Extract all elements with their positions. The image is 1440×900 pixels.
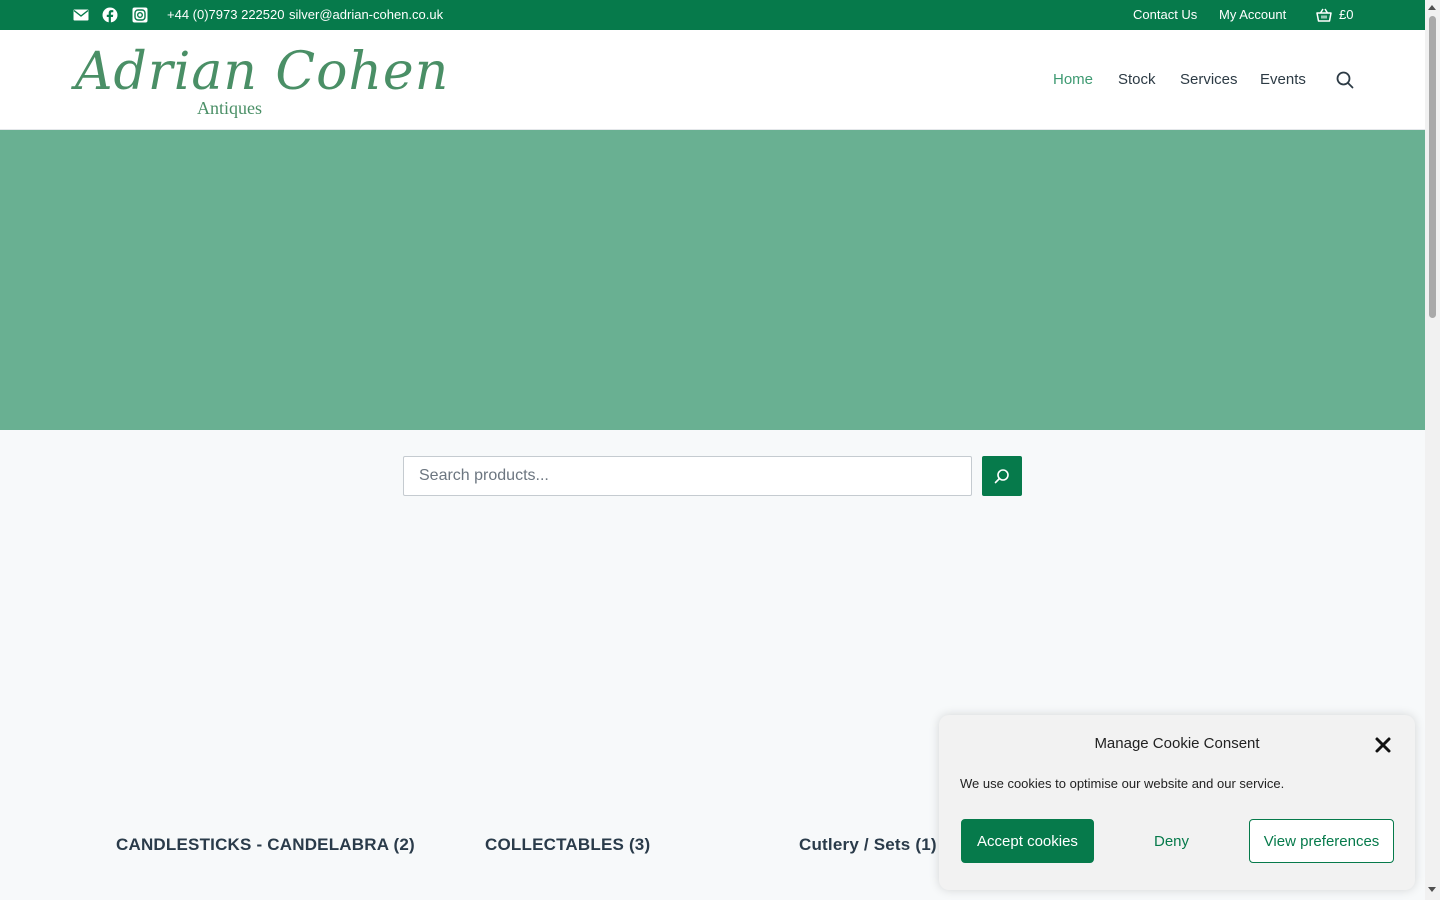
product-search-button[interactable]: [982, 456, 1022, 496]
basket-icon[interactable]: [1316, 7, 1332, 23]
logo-subtitle: Antiques: [197, 98, 262, 118]
top-bar: +44 (0)7973 222520 silver@adrian-cohen.c…: [0, 0, 1425, 30]
contact-us-link[interactable]: Contact Us: [1133, 7, 1197, 23]
cookie-text: We use cookies to optimise our website a…: [960, 776, 1285, 791]
phone-number[interactable]: +44 (0)7973 222520: [167, 7, 284, 23]
product-search-input[interactable]: [403, 456, 972, 496]
nav-item-stock[interactable]: Stock: [1118, 71, 1156, 89]
scroll-thumb[interactable]: [1429, 16, 1436, 318]
scroll-down-arrow[interactable]: [1428, 887, 1436, 892]
search-icon: [994, 469, 1009, 484]
site-header: Adrian Cohen Antiques Home Stock Service…: [0, 30, 1425, 130]
site-logo[interactable]: Adrian Cohen Antiques: [75, 42, 448, 122]
hero-banner: [0, 130, 1425, 430]
mail-icon[interactable]: [73, 7, 89, 23]
view-preferences-button[interactable]: View preferences: [1249, 819, 1394, 863]
facebook-icon[interactable]: [102, 7, 118, 23]
cookie-consent-panel: Manage Cookie Consent We use cookies to …: [939, 715, 1415, 890]
email-link[interactable]: silver@adrian-cohen.co.uk: [289, 7, 443, 23]
search-icon[interactable]: [1336, 71, 1354, 89]
nav-item-home[interactable]: Home: [1053, 71, 1093, 89]
cart-total[interactable]: £0: [1339, 7, 1353, 23]
category-collectables[interactable]: COLLECTABLES (3): [485, 835, 650, 855]
my-account-link[interactable]: My Account: [1219, 7, 1286, 23]
cookie-title: Manage Cookie Consent: [1094, 735, 1260, 752]
accept-cookies-button[interactable]: Accept cookies: [961, 819, 1094, 863]
scroll-up-arrow[interactable]: [1428, 5, 1436, 10]
deny-cookies-button[interactable]: Deny: [1105, 819, 1238, 863]
logo-script: Adrian Cohen: [75, 42, 450, 102]
category-cutlery[interactable]: Cutlery / Sets (1): [799, 835, 937, 855]
page-scrollbar[interactable]: [1425, 0, 1440, 900]
category-candlesticks[interactable]: CANDLESTICKS - CANDELABRA (2): [116, 835, 415, 855]
instagram-icon[interactable]: [132, 7, 148, 23]
close-icon[interactable]: [1373, 735, 1393, 755]
nav-item-events[interactable]: Events: [1260, 71, 1306, 89]
nav-item-services[interactable]: Services: [1180, 71, 1238, 89]
